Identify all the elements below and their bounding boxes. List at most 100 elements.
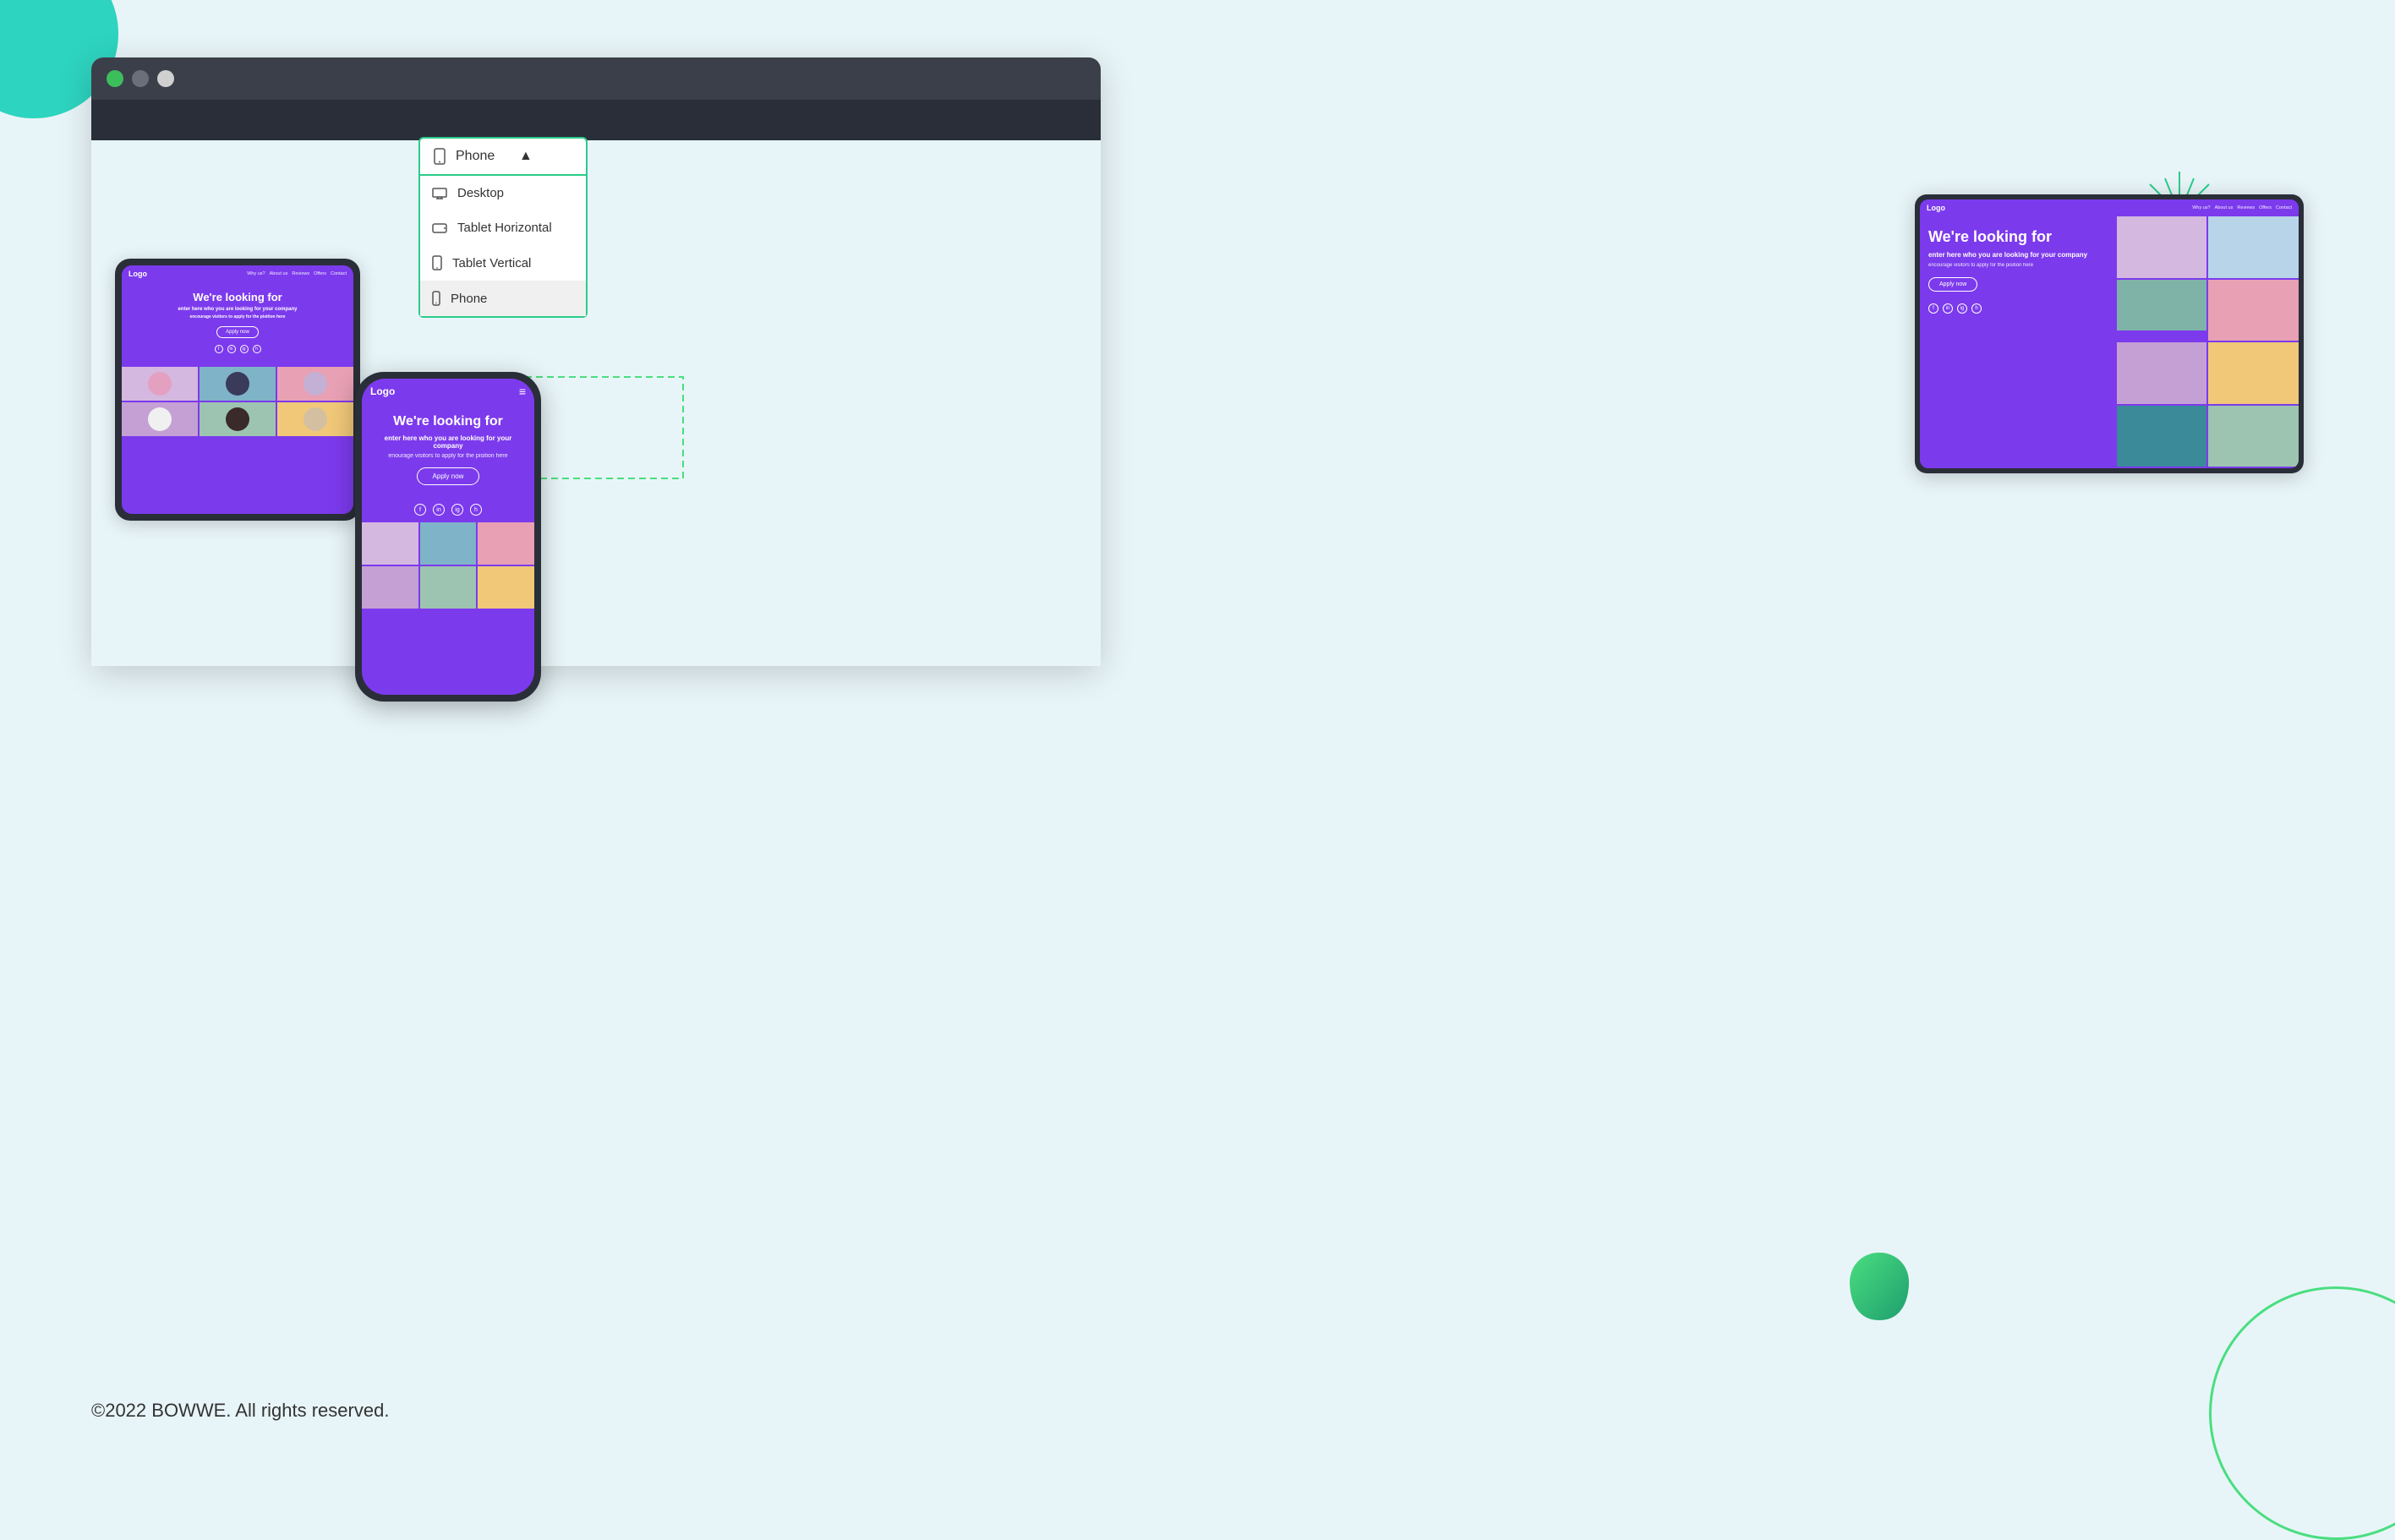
right-tablet-photo-grid <box>2117 216 2299 467</box>
phone-heading: We're looking for <box>374 414 522 429</box>
rt-photo-8 <box>2208 406 2299 467</box>
device-tablet-left-screen: Logo Why us? About us Reviews Offers Con… <box>122 265 353 514</box>
dropdown-selected-label: Phone <box>456 149 511 164</box>
tablet-horizontal-icon <box>432 222 447 234</box>
dropdown-item-desktop[interactable]: Desktop <box>420 176 586 210</box>
tablet-left-logo: Logo <box>128 270 147 278</box>
standalone-tablet-right: Logo Why us? About us Reviews Offers Con… <box>1915 194 2304 473</box>
dropdown-selected[interactable]: Phone ▲ <box>418 137 588 176</box>
right-tablet-social: f in ig h <box>1928 303 2108 314</box>
rt-social-h: h <box>1971 303 1982 314</box>
tablet-left-apply-button[interactable]: Apply now <box>216 326 259 338</box>
avatar-3 <box>303 372 327 396</box>
browser-dot-green[interactable] <box>107 70 123 87</box>
phone-body: enourage visitors to apply for the pisit… <box>374 453 522 459</box>
rt-photo-2 <box>2208 216 2299 278</box>
dropdown-item-phone[interactable]: Phone <box>420 281 586 316</box>
standalone-phone: Logo ≡ We're looking for enter here who … <box>355 372 541 702</box>
phone-apply-button[interactable]: Apply now <box>417 467 480 485</box>
desktop-icon <box>432 188 447 199</box>
phone-photo-4 <box>362 566 418 609</box>
avatar-1 <box>148 372 172 396</box>
avatar-2 <box>226 372 249 396</box>
phone-social-h: h <box>470 504 482 516</box>
rt-photo-6 <box>2208 342 2299 404</box>
phone-social-linkedin: in <box>433 504 445 516</box>
phone-photo-2 <box>420 522 477 565</box>
tablet-horizontal-label: Tablet Horizontal <box>457 221 552 235</box>
desktop-label: Desktop <box>457 186 504 200</box>
right-tablet-subheading: enter here who you are looking for your … <box>1928 251 2108 259</box>
social-icon-instagram: ig <box>240 345 249 353</box>
phone-subheading: enter here who you are looking for your … <box>374 434 522 450</box>
phone-label: Phone <box>451 292 487 306</box>
rt-photo-7 <box>2117 406 2207 467</box>
tablet-vertical-label: Tablet Vertical <box>452 256 531 270</box>
right-tablet-nav: Logo Why us? About us Reviews Offers Con… <box>1920 199 2299 216</box>
avatar-5 <box>226 407 249 431</box>
social-icon-facebook: f <box>215 345 223 353</box>
footer-text: ©2022 BOWWE. All rights reserved. <box>91 1400 389 1421</box>
phone-hero: We're looking for enter here who you are… <box>362 404 534 504</box>
page-footer: ©2022 BOWWE. All rights reserved. <box>91 1400 389 1422</box>
right-tablet-logo: Logo <box>1927 204 1945 212</box>
tablet-left-body: encourage visitors to apply for the pisi… <box>130 314 345 319</box>
avatar-6 <box>303 407 327 431</box>
tablet-left-social-icons: f in ig h <box>130 345 345 353</box>
phone-photo-5 <box>420 566 477 609</box>
phone-photo-3 <box>478 522 534 565</box>
browser-titlebar <box>91 57 1101 100</box>
phone-social-instagram: ig <box>451 504 463 516</box>
rt-photo-5 <box>2117 342 2207 404</box>
standalone-phone-screen: Logo ≡ We're looking for enter here who … <box>362 379 534 695</box>
tablet-left-photo-grid <box>122 367 353 436</box>
phone-photo-6 <box>478 566 534 609</box>
device-dropdown: Phone ▲ Desktop Tablet Horizontal <box>418 137 588 318</box>
dropdown-arrow: ▲ <box>519 149 574 164</box>
social-icon-h: h <box>253 345 261 353</box>
standalone-tablet-right-screen: Logo Why us? About us Reviews Offers Con… <box>1920 199 2299 468</box>
tablet-left-hero: We're looking for enter here who you are… <box>122 282 353 367</box>
browser-window: Logo Why us? About us Reviews Offers Con… <box>91 57 1101 666</box>
phone-menu-icon: ≡ <box>519 385 526 398</box>
phone-social-facebook: f <box>414 504 426 516</box>
browser-dot-dark[interactable] <box>132 70 149 87</box>
rt-social-linkedin: in <box>1943 303 1953 314</box>
photo-cell-6 <box>277 402 353 436</box>
social-icon-linkedin: in <box>227 345 236 353</box>
phone-photo-1 <box>362 522 418 565</box>
phone-nav: Logo ≡ <box>362 379 534 404</box>
photo-cell-1 <box>122 367 198 401</box>
avatar-4 <box>148 407 172 431</box>
browser-toolbar <box>91 100 1101 140</box>
rt-social-facebook: f <box>1928 303 1938 314</box>
browser-dot-light[interactable] <box>157 70 174 87</box>
right-tablet-heading: We're looking for <box>1928 228 2108 246</box>
right-tablet-nav-links: Why us? About us Reviews Offers Contact <box>2192 205 2292 210</box>
tablet-left-subheading: enter here who you are looking for your … <box>130 307 345 312</box>
phone-logo: Logo <box>370 385 395 397</box>
photo-cell-5 <box>200 402 276 436</box>
right-tablet-body: encourage visitors to apply for the pisi… <box>1928 263 2108 268</box>
phone-social: f in ig h <box>362 504 534 516</box>
teardrop-decoration <box>1845 1248 1913 1324</box>
dropdown-item-tablet-horizontal[interactable]: Tablet Horizontal <box>420 210 586 245</box>
right-tablet-left-col: We're looking for enter here who you are… <box>1920 216 2117 467</box>
tablet-left-nav: Logo Why us? About us Reviews Offers Con… <box>122 265 353 282</box>
browser-content: Logo Why us? About us Reviews Offers Con… <box>91 140 1101 666</box>
photo-cell-3 <box>277 367 353 401</box>
photo-cell-4 <box>122 402 198 436</box>
photo-cell-2 <box>200 367 276 401</box>
rt-photo-3 <box>2117 280 2207 330</box>
phone-photo-grid <box>362 522 534 609</box>
right-tablet-apply-button[interactable]: Apply now <box>1928 277 1977 292</box>
phone-icon-menu <box>432 291 440 306</box>
rt-photo-4 <box>2208 280 2299 341</box>
phone-icon-selected <box>432 148 447 165</box>
dropdown-item-tablet-vertical[interactable]: Tablet Vertical <box>420 245 586 281</box>
right-tablet-content: We're looking for enter here who you are… <box>1920 216 2299 467</box>
rt-social-instagram: ig <box>1957 303 1967 314</box>
bg-arc-right <box>2209 1286 2395 1540</box>
tablet-left-heading: We're looking for <box>130 291 345 303</box>
tablet-vertical-icon <box>432 255 442 270</box>
